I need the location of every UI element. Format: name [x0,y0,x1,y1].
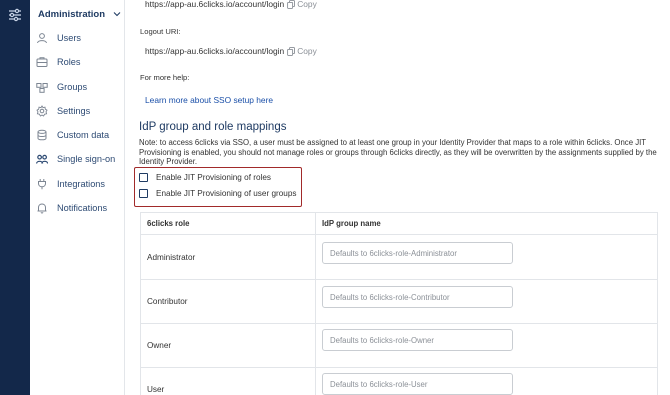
idp-group-input-contributor[interactable]: Defaults to 6clicks-role-Contributor [322,286,513,308]
sso-icon [36,154,48,164]
section-title: IdP group and role mappings [139,121,287,133]
administration-label: Administration [38,8,106,20]
chevron-down-icon [113,12,121,17]
sidebar-item-label: Roles [57,57,81,67]
jit-groups-option[interactable]: Enable JIT Provisioning of user groups [139,189,296,198]
sidebar-item-label: Custom data [57,130,110,140]
app-rail [0,0,30,395]
jit-roles-option[interactable]: Enable JIT Provisioning of roles [139,173,271,182]
sliders-icon[interactable] [7,7,23,23]
copy-logout-uri-button[interactable]: Copy [287,46,317,56]
role-cell: User [141,368,316,395]
copy-icon [287,46,296,56]
login-uri-value: https://app-au.6clicks.io/account/login [145,0,285,9]
sidebar-item-label: Groups [57,82,88,92]
jit-roles-label: Enable JIT Provisioning of roles [156,173,271,182]
gear-icon [36,105,48,117]
jit-roles-checkbox[interactable] [139,173,148,182]
database-icon [37,129,47,141]
copy-icon [287,0,296,9]
idp-group-input-administrator[interactable]: Defaults to 6clicks-role-Administrator [322,242,513,264]
copy-label: Copy [297,0,317,9]
sidebar-item-label: Users [57,33,81,43]
roles-icon [36,57,48,67]
sidebar-item-label: Notifications [57,203,108,213]
sso-settings-panel: https://app-au.6clicks.io/account/login … [125,0,670,395]
jit-groups-label: Enable JIT Provisioning of user groups [156,189,297,198]
help-label: For more help: [140,73,190,82]
role-mapping-table: 6clicks role IdP group name Administrato… [140,212,658,395]
sidebar-item-users[interactable]: Users [36,30,124,46]
logout-uri-label: Logout URI: [140,27,181,36]
sidebar-item-integrations[interactable]: Integrations [36,176,124,192]
plug-icon [38,179,46,190]
jit-groups-checkbox[interactable] [139,189,148,198]
sidebar-item-single-sign-on[interactable]: Single sign-on [36,151,124,167]
sidebar-item-label: Settings [57,106,91,116]
logout-uri-row: https://app-au.6clicks.io/account/login … [145,46,317,56]
role-cell: Owner [141,324,316,368]
bell-icon [37,203,47,214]
sidebar-item-custom-data[interactable]: Custom data [36,127,124,143]
user-icon [37,33,47,44]
login-uri-row: https://app-au.6clicks.io/account/login … [145,0,317,9]
mappings-note: Note: to access 6clicks via SSO, a user … [139,138,657,167]
sso-setup-help-link[interactable]: Learn more about SSO setup here [145,95,273,105]
role-cell: Administrator [141,235,316,280]
column-header-idp-group: IdP group name [316,213,658,235]
logout-uri-value: https://app-au.6clicks.io/account/login [145,46,285,56]
idp-group-input-owner[interactable]: Defaults to 6clicks-role-Owner [322,329,513,351]
sidebar-item-label: Single sign-on [57,154,116,164]
copy-login-uri-button[interactable]: Copy [287,0,317,9]
sidebar-item-notifications[interactable]: Notifications [36,200,124,216]
sidebar-item-groups[interactable]: Groups [36,79,124,95]
administration-toggle[interactable]: Administration [38,7,123,21]
idp-group-input-user[interactable]: Defaults to 6clicks-role-User [322,373,513,395]
copy-label: Copy [297,46,317,56]
groups-icon [36,83,48,93]
sidebar-item-label: Integrations [57,179,106,189]
column-header-role: 6clicks role [141,213,316,235]
role-cell: Contributor [141,280,316,324]
admin-sidebar: Administration Users Roles Groups Settin… [30,0,125,395]
sidebar-item-settings[interactable]: Settings [36,103,124,119]
sidebar-item-roles[interactable]: Roles [36,54,124,70]
